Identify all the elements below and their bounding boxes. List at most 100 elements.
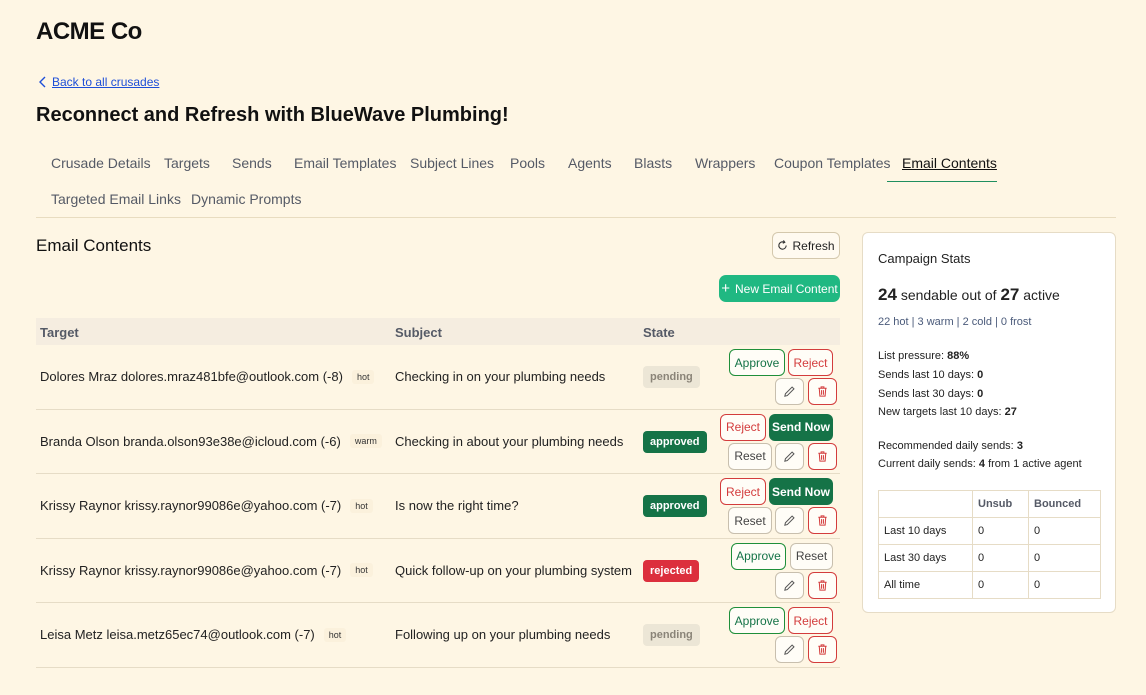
stats-header-cell: Bounced — [1028, 490, 1101, 518]
tab-label: Subject Lines — [410, 155, 495, 171]
stats-header-cell — [878, 490, 973, 518]
tab-agents[interactable]: Agents — [553, 146, 627, 182]
tier-breakdown: 22 hot | 3 warm | 2 cold | 0 frost — [878, 316, 1032, 328]
delete-button[interactable] — [808, 571, 837, 599]
tab-targeted-email-links[interactable]: Targeted Email Links — [36, 182, 196, 218]
pencil-icon — [784, 515, 795, 526]
pencil-icon — [784, 450, 795, 462]
stats-cell: Last 30 days — [878, 544, 973, 572]
tab-dynamic-prompts[interactable]: Dynamic Prompts — [176, 182, 316, 218]
kv-label: Sends last 10 days: — [878, 369, 975, 381]
subject-cell: Quick follow-up on your plumbing system — [395, 562, 632, 578]
pencil-icon — [784, 579, 795, 591]
back-link[interactable]: Back to all crusades — [38, 75, 159, 89]
refresh-button[interactable]: Refresh — [772, 232, 840, 259]
subject-cell: Checking in about your plumbing needs — [395, 433, 624, 449]
stats-cell: All time — [878, 571, 973, 599]
tab-wrappers[interactable]: Wrappers — [680, 146, 770, 182]
tab-targets[interactable]: Targets — [149, 146, 225, 182]
target-text: Krissy Raynor krissy.raynor99086e@yahoo.… — [40, 562, 342, 578]
tab-label: Targeted Email Links — [51, 191, 181, 207]
send-now-button[interactable]: Send Now — [769, 478, 833, 505]
edit-button[interactable] — [775, 571, 804, 599]
tab-label: Dynamic Prompts — [191, 191, 302, 207]
reject-button[interactable]: Reject — [788, 607, 833, 634]
reset-button[interactable]: Reset — [728, 507, 772, 534]
stats-cell: Last 10 days — [878, 517, 973, 545]
stats-cell: 0 — [1028, 544, 1101, 572]
reject-button[interactable]: Reject — [720, 478, 766, 505]
target-text: Leisa Metz leisa.metz65ec74@outlook.com … — [40, 627, 315, 642]
delete-button[interactable] — [808, 636, 837, 663]
edit-button[interactable] — [775, 636, 804, 663]
stats-cell: 0 — [1028, 571, 1101, 599]
kv-label: Current daily sends: — [878, 458, 976, 470]
stats-header-cell: Unsub — [972, 490, 1029, 518]
reject-button[interactable]: Reject — [788, 349, 833, 376]
pencil-icon — [784, 386, 795, 397]
kv-value: 0 — [977, 388, 984, 400]
tab-email-templates[interactable]: Email Templates — [279, 146, 411, 182]
tab-crusade-details[interactable]: Crusade Details — [36, 146, 166, 182]
list-pressure: List pressure: 88% — [878, 350, 969, 362]
approve-button[interactable]: Approve — [731, 542, 786, 570]
tab-label: Blasts — [634, 155, 673, 171]
tab-blasts[interactable]: Blasts — [619, 146, 687, 182]
tab-subject-lines[interactable]: Subject Lines — [395, 146, 509, 182]
table-row: Krissy Raynor krissy.raynor99086e@yahoo.… — [36, 539, 840, 603]
tab-label: Targets — [164, 155, 210, 171]
kv-label: Sends last 30 days: — [878, 388, 975, 400]
tab-email-contents[interactable]: Email Contents — [887, 146, 997, 182]
column-header-subject: Subject — [395, 325, 442, 340]
tab-label: Wrappers — [695, 155, 756, 171]
tier-tag: hot — [350, 498, 373, 513]
sends-last-10: Sends last 10 days: 0 — [878, 369, 983, 381]
new-email-content-button[interactable]: + New Email Content — [719, 275, 840, 302]
table-header: Target Subject State — [36, 318, 840, 345]
trash-icon — [818, 579, 827, 591]
target-text: Krissy Raynor krissy.raynor99086e@yahoo.… — [40, 498, 342, 513]
trash-icon — [818, 450, 827, 462]
tab-coupon-templates[interactable]: Coupon Templates — [759, 146, 905, 182]
stats-cell: 0 — [972, 571, 1029, 599]
state-badge: approved — [643, 430, 707, 453]
stats-title: Campaign Stats — [878, 251, 971, 266]
kv-label: New targets last 10 days: — [878, 406, 1002, 418]
delete-button[interactable] — [808, 507, 837, 534]
kv-label: List pressure: — [878, 350, 945, 362]
current-daily-sends: Current daily sends: 4 from 1 active age… — [878, 458, 1082, 470]
sendable-mid: sendable out of — [900, 287, 997, 303]
target-text: Dolores Mraz dolores.mraz481bfe@outlook.… — [40, 369, 343, 384]
tab-label: Coupon Templates — [774, 155, 891, 171]
subject-cell: Following up on your plumbing needs — [395, 627, 611, 642]
trash-icon — [818, 515, 827, 526]
tab-sends[interactable]: Sends — [217, 146, 287, 182]
sendable-count: 24 — [878, 285, 897, 304]
table-row: Krissy Raynor krissy.raynor99086e@yahoo.… — [36, 474, 840, 539]
tab-pools[interactable]: Pools — [495, 146, 560, 182]
stats-table: Unsub Bounced Last 10 days 0 0 Last 30 d… — [878, 490, 1101, 599]
chevron-left-icon — [39, 76, 46, 88]
delete-button[interactable] — [808, 442, 837, 470]
target-cell: Leisa Metz leisa.metz65ec74@outlook.com … — [40, 627, 347, 642]
reset-button[interactable]: Reset — [790, 542, 833, 570]
target-text: Branda Olson branda.olson93e38e@icloud.c… — [40, 433, 341, 449]
new-targets: New targets last 10 days: 27 — [878, 406, 1017, 418]
tier-tag: hot — [350, 563, 373, 577]
approve-button[interactable]: Approve — [729, 607, 785, 634]
refresh-label: Refresh — [792, 238, 835, 253]
delete-button[interactable] — [808, 378, 837, 405]
send-now-button[interactable]: Send Now — [769, 413, 833, 441]
edit-button[interactable] — [775, 378, 804, 405]
table-row: Branda Olson branda.olson93e38e@icloud.c… — [36, 410, 840, 474]
edit-button[interactable] — [775, 442, 804, 470]
kv-value: 88% — [947, 350, 970, 362]
target-cell: Branda Olson branda.olson93e38e@icloud.c… — [40, 434, 382, 449]
reset-button[interactable]: Reset — [728, 442, 772, 470]
approve-button[interactable]: Approve — [729, 349, 785, 376]
tab-label: Sends — [232, 155, 272, 171]
state-badge: pending — [643, 624, 700, 646]
kv-label: Recommended daily sends: — [878, 440, 1014, 452]
edit-button[interactable] — [775, 507, 804, 534]
reject-button[interactable]: Reject — [720, 413, 766, 441]
